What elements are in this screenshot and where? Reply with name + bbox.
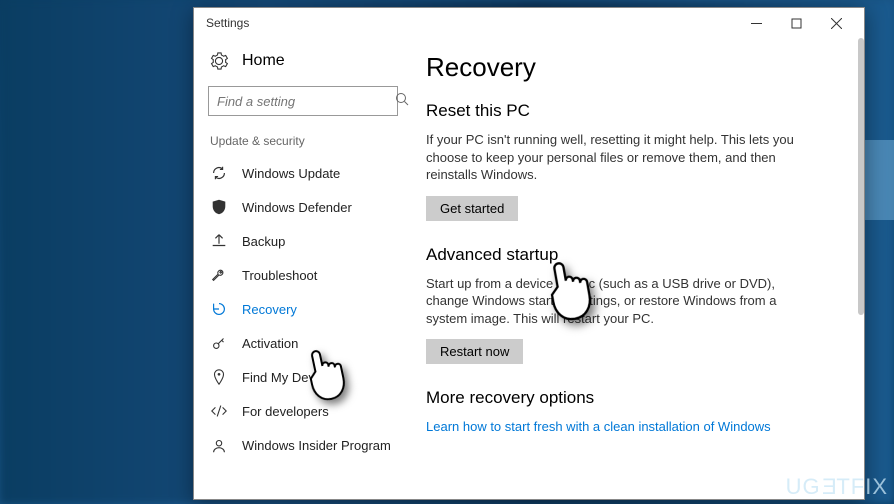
advanced-startup-description: Start up from a device or disc (such as … xyxy=(426,275,816,328)
insider-icon xyxy=(210,436,228,454)
sidebar-item-troubleshoot[interactable]: Troubleshoot xyxy=(194,258,412,292)
reset-pc-heading: Reset this PC xyxy=(426,101,840,121)
nav-label: Backup xyxy=(242,234,285,249)
nav-label: Troubleshoot xyxy=(242,268,317,283)
nav-label: Recovery xyxy=(242,302,297,317)
sidebar-item-windows-defender[interactable]: Windows Defender xyxy=(194,190,412,224)
nav-label: Find My Device xyxy=(242,370,332,385)
search-box[interactable] xyxy=(208,86,398,116)
backup-icon xyxy=(210,232,228,250)
restart-now-button[interactable]: Restart now xyxy=(426,339,523,364)
close-icon xyxy=(831,18,842,29)
sync-icon xyxy=(210,164,228,182)
settings-window: Settings Home Update & secur xyxy=(193,7,865,500)
sidebar-item-for-developers[interactable]: For developers xyxy=(194,394,412,428)
key-icon xyxy=(210,334,228,352)
watermark: UGETFIX xyxy=(786,474,888,500)
minimize-icon xyxy=(751,18,762,29)
search-icon xyxy=(395,92,409,111)
sidebar-item-activation[interactable]: Activation xyxy=(194,326,412,360)
sidebar-item-recovery[interactable]: Recovery xyxy=(194,292,412,326)
location-icon xyxy=(210,368,228,386)
close-button[interactable] xyxy=(816,9,856,37)
shield-icon xyxy=(210,198,228,216)
titlebar: Settings xyxy=(194,8,864,38)
window-title: Settings xyxy=(202,16,736,30)
nav-label: For developers xyxy=(242,404,329,419)
sidebar: Home Update & security Windows Update Wi… xyxy=(194,38,412,499)
recovery-icon xyxy=(210,300,228,318)
reset-pc-description: If your PC isn't running well, resetting… xyxy=(426,131,816,184)
main-panel: Recovery Reset this PC If your PC isn't … xyxy=(412,38,864,499)
sidebar-item-windows-update[interactable]: Windows Update xyxy=(194,156,412,190)
gear-icon xyxy=(210,52,228,70)
minimize-button[interactable] xyxy=(736,9,776,37)
more-recovery-heading: More recovery options xyxy=(426,388,840,408)
nav-label: Activation xyxy=(242,336,298,351)
window-content: Home Update & security Windows Update Wi… xyxy=(194,38,864,499)
home-label: Home xyxy=(242,52,285,70)
get-started-button[interactable]: Get started xyxy=(426,196,518,221)
sidebar-item-windows-insider[interactable]: Windows Insider Program xyxy=(194,428,412,462)
fresh-install-link[interactable]: Learn how to start fresh with a clean in… xyxy=(426,418,806,436)
section-label: Update & security xyxy=(194,130,412,156)
nav-label: Windows Update xyxy=(242,166,340,181)
maximize-icon xyxy=(791,18,802,29)
sidebar-item-backup[interactable]: Backup xyxy=(194,224,412,258)
home-nav[interactable]: Home xyxy=(194,46,412,76)
sidebar-item-find-my-device[interactable]: Find My Device xyxy=(194,360,412,394)
nav-label: Windows Insider Program xyxy=(242,438,391,453)
developer-icon xyxy=(210,402,228,420)
wrench-icon xyxy=(210,266,228,284)
scrollbar[interactable] xyxy=(858,38,864,315)
nav-label: Windows Defender xyxy=(242,200,352,215)
advanced-startup-heading: Advanced startup xyxy=(426,245,840,265)
maximize-button[interactable] xyxy=(776,9,816,37)
search-input[interactable] xyxy=(217,94,395,109)
page-title: Recovery xyxy=(426,52,840,83)
